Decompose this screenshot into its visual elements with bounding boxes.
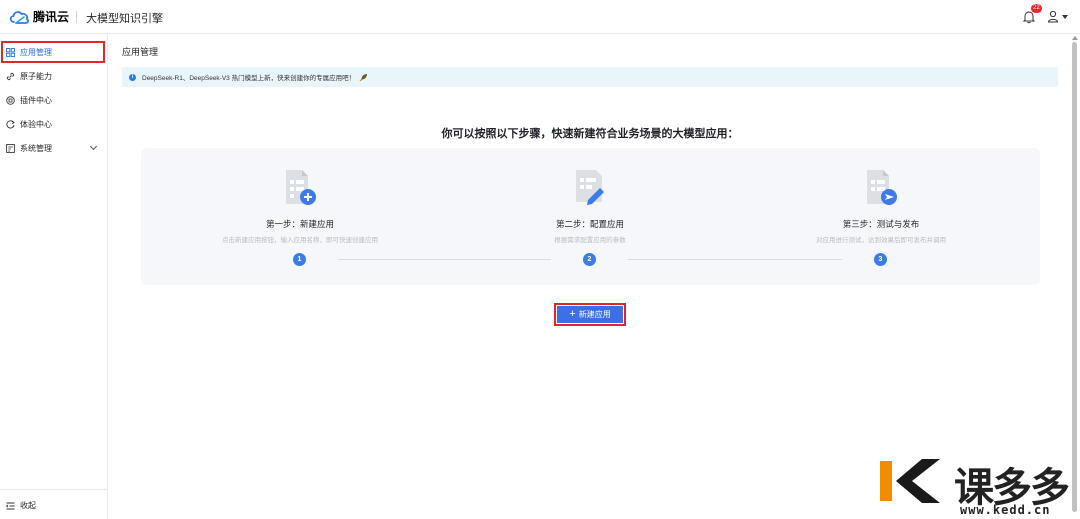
create-app-button-body[interactable]: + 新建应用 — [557, 306, 623, 323]
user-menu-caret-icon[interactable] — [1062, 15, 1068, 19]
collapse-label: 收起 — [20, 501, 36, 510]
step-connector — [628, 259, 842, 260]
sidebar-item-label: 原子能力 — [20, 71, 52, 81]
info-icon: i — [129, 73, 136, 81]
step-number: 1 — [293, 253, 306, 266]
collapse-button[interactable]: 收起 — [6, 500, 36, 511]
sidebar-divider — [0, 489, 107, 490]
system-icon — [6, 143, 15, 153]
step-number: 3 — [874, 253, 887, 266]
product-title: 大模型知识引擎 — [86, 13, 163, 25]
top-bar: 腾讯云 大模型知识引擎 22 — [0, 0, 1080, 34]
page-title: 应用管理 — [122, 47, 159, 57]
rocket-icon — [359, 73, 368, 81]
header-divider — [76, 11, 77, 23]
tencent-cloud-logo-icon — [9, 10, 29, 24]
step-description: 对应用进行测试，达到效果后即可发布并调用 — [816, 237, 946, 244]
steps-card: 第一步：新建应用 点击新建应用按钮，输入应用名称，即可快速创建应用 1 第二步：… — [141, 148, 1040, 285]
collapse-icon — [6, 502, 15, 509]
app-grid-icon — [6, 47, 15, 57]
sidebar-item-label: 系统管理 — [20, 143, 52, 153]
watermark-url: www.kedd.cn — [960, 503, 1051, 517]
doc-add-icon — [286, 170, 316, 205]
step-title: 第三步：测试与发布 — [842, 219, 920, 229]
brand-logo[interactable]: 腾讯云 — [8, 8, 69, 25]
step-title: 第一步：新建应用 — [265, 219, 334, 229]
sidebar-item-system-management[interactable]: 系统管理 — [4, 138, 104, 158]
scroll-up-icon[interactable] — [1072, 36, 1078, 40]
notice-text: DeepSeek-R1、DeepSeek-V3 热门模型上新，快来创建你的专属应… — [142, 75, 356, 82]
notice-banner: i DeepSeek-R1、DeepSeek-V3 热门模型上新，快来创建你的专… — [122, 67, 1058, 87]
create-app-label: 新建应用 — [578, 310, 611, 319]
brand-name: 腾讯云 — [33, 10, 70, 24]
plus-icon: + — [569, 308, 576, 320]
steps-headline: 你可以按照以下步骤，快速新建符合业务场景的大模型应用： — [441, 128, 739, 140]
sidebar-item-app-management[interactable]: 应用管理 — [1, 41, 105, 63]
watermark-k-logo-icon — [880, 459, 940, 503]
sidebar-item-label: 应用管理 — [20, 47, 52, 57]
step-connector — [338, 259, 551, 260]
sidebar: 应用管理 原子能力 插件中心 体验中心 系统管理 收起 — [0, 34, 108, 519]
step-description: 根据需求配置应用的参数 — [554, 237, 626, 244]
vertical-scrollbar[interactable] — [1071, 36, 1078, 519]
scroll-thumb[interactable] — [1072, 42, 1077, 512]
sidebar-item-atomic-capability[interactable]: 原子能力 — [4, 66, 104, 86]
chevron-down-icon[interactable] — [89, 142, 98, 151]
step-title: 第二步：配置应用 — [555, 219, 624, 229]
step-number: 2 — [583, 253, 596, 266]
user-icon[interactable] — [1047, 10, 1059, 23]
doc-edit-icon — [576, 170, 604, 205]
create-app-button[interactable]: + 新建应用 — [554, 303, 626, 326]
step-description: 点击新建应用按钮，输入应用名称，即可快速创建应用 — [222, 237, 378, 244]
doc-send-icon — [867, 170, 897, 205]
notification-badge: 22 — [1031, 4, 1042, 13]
plugin-icon — [6, 95, 15, 105]
watermark: 课多多 www.kedd.cn — [878, 455, 1078, 517]
link-icon — [6, 72, 15, 80]
sidebar-item-label: 插件中心 — [20, 95, 52, 105]
sidebar-item-plugin-center[interactable]: 插件中心 — [4, 90, 104, 110]
